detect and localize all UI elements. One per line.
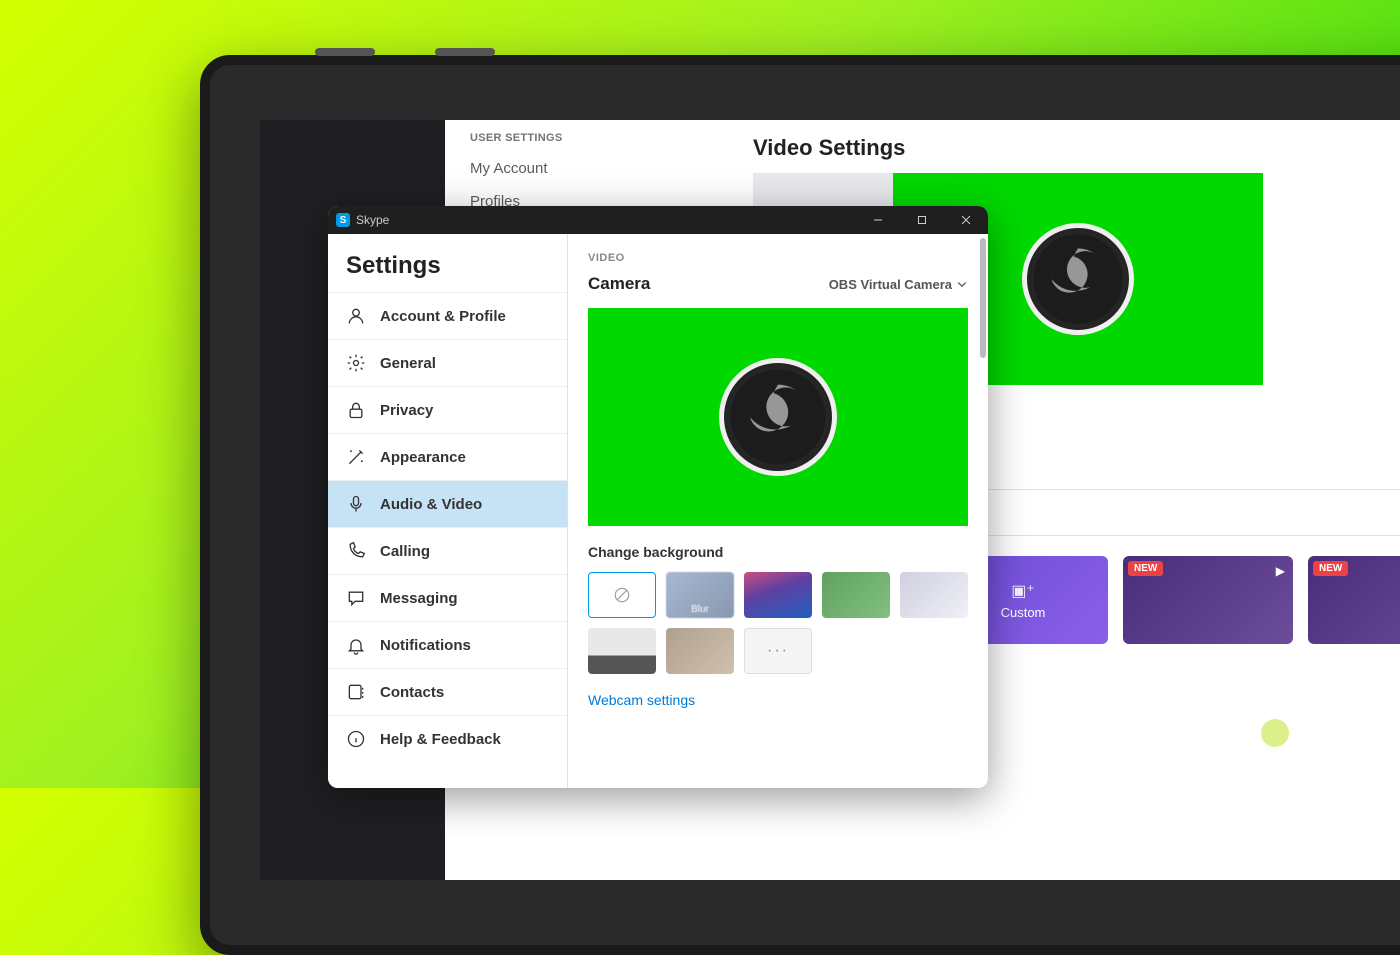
blur-tile-label: Blur: [691, 604, 709, 615]
skype-titlebar[interactable]: S Skype: [328, 206, 988, 234]
more-icon: ···: [767, 642, 789, 660]
webcam-settings-link[interactable]: Webcam settings: [588, 692, 968, 708]
video-section-eyebrow: VIDEO: [588, 252, 968, 264]
skype-body: Settings Account & Profile General Priva…: [328, 234, 988, 788]
skype-app-icon: S: [336, 213, 350, 227]
gear-icon: [346, 353, 366, 373]
sidebar-item-label: Appearance: [380, 449, 466, 466]
wand-icon: [346, 447, 366, 467]
sidebar-item-general[interactable]: General: [328, 339, 567, 386]
skype-camera-preview: [588, 308, 968, 526]
sidebar-item-label: Messaging: [380, 590, 458, 607]
obs-logo-icon: [719, 358, 837, 476]
camera-heading: Camera: [588, 274, 650, 294]
custom-icon: ▣⁺: [1011, 581, 1035, 601]
sidebar-item-label: Account & Profile: [380, 308, 506, 325]
change-background-label: Change background: [588, 544, 968, 560]
bg-tile-scene-2[interactable]: NEW ▶: [1308, 556, 1400, 644]
contacts-icon: [346, 682, 366, 702]
bg-option-none[interactable]: [588, 572, 656, 618]
info-icon: [346, 729, 366, 749]
phone-icon: [346, 541, 366, 561]
bg-option-image-1[interactable]: [744, 572, 812, 618]
camera-dropdown[interactable]: OBS Virtual Camera: [829, 277, 968, 292]
bell-icon: [346, 635, 366, 655]
skype-app-name: Skype: [356, 213, 389, 227]
camera-row: Camera OBS Virtual Camera: [588, 274, 968, 294]
close-button[interactable]: [944, 206, 988, 234]
sidebar-item-notifications[interactable]: Notifications: [328, 621, 567, 668]
tablet-notch: [315, 48, 495, 56]
maximize-button[interactable]: [900, 206, 944, 234]
sidebar-item-label: Privacy: [380, 402, 433, 419]
minimize-button[interactable]: [856, 206, 900, 234]
sidebar-item-privacy[interactable]: Privacy: [328, 386, 567, 433]
chevron-down-icon: [956, 278, 968, 290]
sidebar-item-help-feedback[interactable]: Help & Feedback: [328, 715, 567, 762]
bg-option-image-5[interactable]: [666, 628, 734, 674]
sidebar-item-label: Notifications: [380, 637, 471, 654]
bg-tile-scene-1[interactable]: NEW ▶: [1123, 556, 1293, 644]
chat-icon: [346, 588, 366, 608]
user-settings-section-label: USER SETTINGS: [445, 132, 723, 152]
skype-settings-content: VIDEO Camera OBS Virtual Camera Change b…: [568, 234, 988, 788]
sidebar-item-label: Contacts: [380, 684, 444, 701]
sidebar-item-label: Help & Feedback: [380, 731, 501, 748]
camera-dropdown-value: OBS Virtual Camera: [829, 277, 952, 292]
new-badge: NEW: [1313, 561, 1348, 576]
scrollbar[interactable]: [980, 238, 986, 358]
lock-icon: [346, 400, 366, 420]
custom-label: Custom: [1001, 605, 1046, 620]
sidebar-item-label: Audio & Video: [380, 496, 482, 513]
sidebar-item-messaging[interactable]: Messaging: [328, 574, 567, 621]
new-badge: NEW: [1128, 561, 1163, 576]
skype-settings-window: S Skype Settings Account & Profile Gener…: [328, 206, 988, 788]
play-icon: ▶: [1276, 564, 1285, 578]
sidebar-item-account-profile[interactable]: Account & Profile: [328, 292, 567, 339]
sidebar-item-calling[interactable]: Calling: [328, 527, 567, 574]
bg-option-image-3[interactable]: [900, 572, 968, 618]
skype-bg-grid: Blur ···: [588, 572, 968, 674]
sidebar-item-label: Calling: [380, 543, 430, 560]
none-icon: [613, 586, 631, 604]
bg-option-more[interactable]: ···: [744, 628, 812, 674]
bg-option-image-2[interactable]: [822, 572, 890, 618]
obs-logo-icon: [1022, 223, 1134, 335]
settings-heading: Settings: [328, 234, 567, 292]
sidebar-item-my-account[interactable]: My Account: [445, 152, 723, 185]
page-title: Video Settings: [753, 135, 1400, 161]
watermark-logo: [1240, 683, 1380, 778]
bg-option-image-4[interactable]: [588, 628, 656, 674]
sidebar-item-label: General: [380, 355, 436, 372]
user-icon: [346, 306, 366, 326]
bg-option-blur[interactable]: Blur: [666, 572, 734, 618]
sidebar-item-audio-video[interactable]: Audio & Video: [328, 480, 567, 527]
microphone-icon: [346, 494, 366, 514]
skype-settings-sidebar: Settings Account & Profile General Priva…: [328, 234, 568, 788]
sidebar-item-contacts[interactable]: Contacts: [328, 668, 567, 715]
sidebar-item-appearance[interactable]: Appearance: [328, 433, 567, 480]
